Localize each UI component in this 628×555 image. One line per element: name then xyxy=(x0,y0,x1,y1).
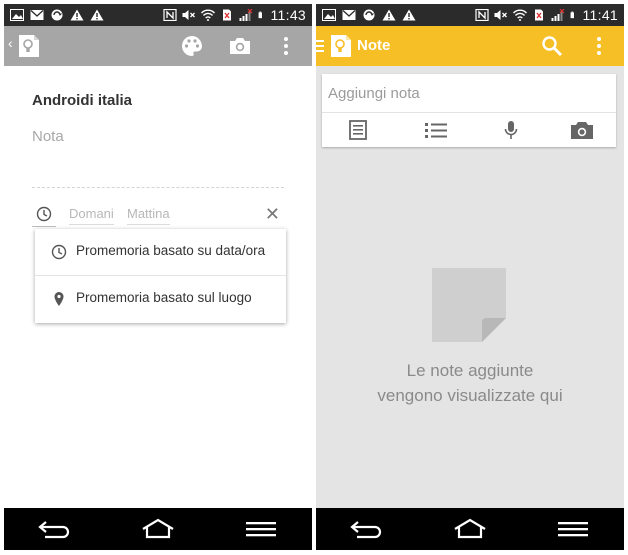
drawer-icon[interactable] xyxy=(316,40,324,52)
back-icon[interactable] xyxy=(37,518,73,540)
back-icon[interactable] xyxy=(349,518,385,540)
warning-icon xyxy=(70,9,84,21)
app-title: Note xyxy=(357,37,391,54)
home-icon[interactable] xyxy=(452,518,488,540)
battery-icon xyxy=(570,11,574,19)
add-note-input[interactable] xyxy=(328,82,598,104)
keep-logo-icon[interactable] xyxy=(330,34,352,58)
status-bar: 11:41 xyxy=(316,4,624,26)
note-body-input[interactable]: Nota xyxy=(32,128,64,145)
status-bar: 11:43 xyxy=(4,4,312,26)
close-icon[interactable]: ✕ xyxy=(265,204,280,225)
empty-state-line: Le note aggiunte xyxy=(406,361,534,380)
mail-icon xyxy=(30,10,44,20)
menu-item-label: Promemoria basato sul luogo xyxy=(76,290,252,305)
overflow-menu-icon[interactable] xyxy=(595,34,603,58)
reminder-time-field[interactable]: Mattina xyxy=(127,206,170,225)
warning-icon xyxy=(402,9,416,21)
checklist-icon[interactable] xyxy=(424,120,448,140)
home-icon[interactable] xyxy=(140,518,176,540)
battery-icon xyxy=(258,11,262,19)
divider xyxy=(322,112,616,113)
wifi-icon xyxy=(200,9,215,21)
menu-icon[interactable] xyxy=(555,518,591,540)
mute-icon xyxy=(494,10,507,20)
no-sim-icon xyxy=(222,9,231,21)
signal-icon xyxy=(551,9,564,21)
nfc-icon xyxy=(162,9,177,21)
clock-icon[interactable] xyxy=(36,206,52,222)
overflow-menu-icon[interactable] xyxy=(282,34,290,58)
no-sim-icon xyxy=(534,9,543,21)
image-icon xyxy=(10,9,24,21)
keep-toolbar: Note xyxy=(316,26,624,66)
sync-icon xyxy=(51,9,63,21)
clock-underline xyxy=(32,226,56,227)
search-icon[interactable] xyxy=(540,34,564,58)
note-type-actions xyxy=(322,115,616,145)
location-pin-icon xyxy=(54,292,64,306)
warning-icon xyxy=(382,9,396,21)
empty-state-message: Le note aggiunte vengono visualizzate qu… xyxy=(316,358,624,408)
mail-icon xyxy=(342,10,356,20)
clock-time: 11:41 xyxy=(582,7,618,23)
image-icon xyxy=(322,9,336,21)
add-note-card xyxy=(322,74,616,147)
keep-app-icon[interactable] xyxy=(18,34,40,58)
navigation-bar xyxy=(316,508,624,550)
menu-item-time-reminder[interactable]: Promemoria basato su data/ora xyxy=(35,229,286,275)
camera-icon[interactable] xyxy=(570,120,594,140)
menu-item-location-reminder[interactable]: Promemoria basato sul luogo xyxy=(35,276,286,322)
notes-list-screen: 11:41 Note Aggiungi nota Le note aggiunt… xyxy=(316,4,624,550)
back-chevron-icon[interactable]: ‹ xyxy=(8,35,13,51)
nfc-icon xyxy=(474,9,489,21)
microphone-icon[interactable] xyxy=(504,120,518,140)
signal-icon xyxy=(239,9,252,21)
mute-icon xyxy=(182,10,195,20)
palette-icon[interactable] xyxy=(180,34,204,58)
reminder-menu: Promemoria basato su data/ora Promemoria… xyxy=(35,229,286,323)
sync-icon xyxy=(363,9,375,21)
divider xyxy=(32,187,284,188)
text-note-icon[interactable] xyxy=(349,120,367,140)
empty-state-line: vengono visualizzate qui xyxy=(377,386,563,405)
clock-icon xyxy=(51,244,67,260)
clock-time: 11:43 xyxy=(270,7,306,23)
reminder-date-field[interactable]: Domani xyxy=(69,206,114,225)
camera-icon[interactable] xyxy=(228,34,252,58)
note-paper-icon xyxy=(432,268,506,342)
editor-toolbar: ‹ xyxy=(4,26,312,66)
navigation-bar xyxy=(4,508,312,550)
menu-item-label: Promemoria basato su data/ora xyxy=(76,243,266,258)
note-editor-screen: 11:43 ‹ Androidi italia Nota Domani Matt… xyxy=(4,4,312,550)
reminder-row: Domani Mattina ✕ xyxy=(32,204,284,228)
wifi-icon xyxy=(512,9,527,21)
warning-icon xyxy=(90,9,104,21)
note-title[interactable]: Androidi italia xyxy=(32,92,132,109)
menu-icon[interactable] xyxy=(243,518,279,540)
